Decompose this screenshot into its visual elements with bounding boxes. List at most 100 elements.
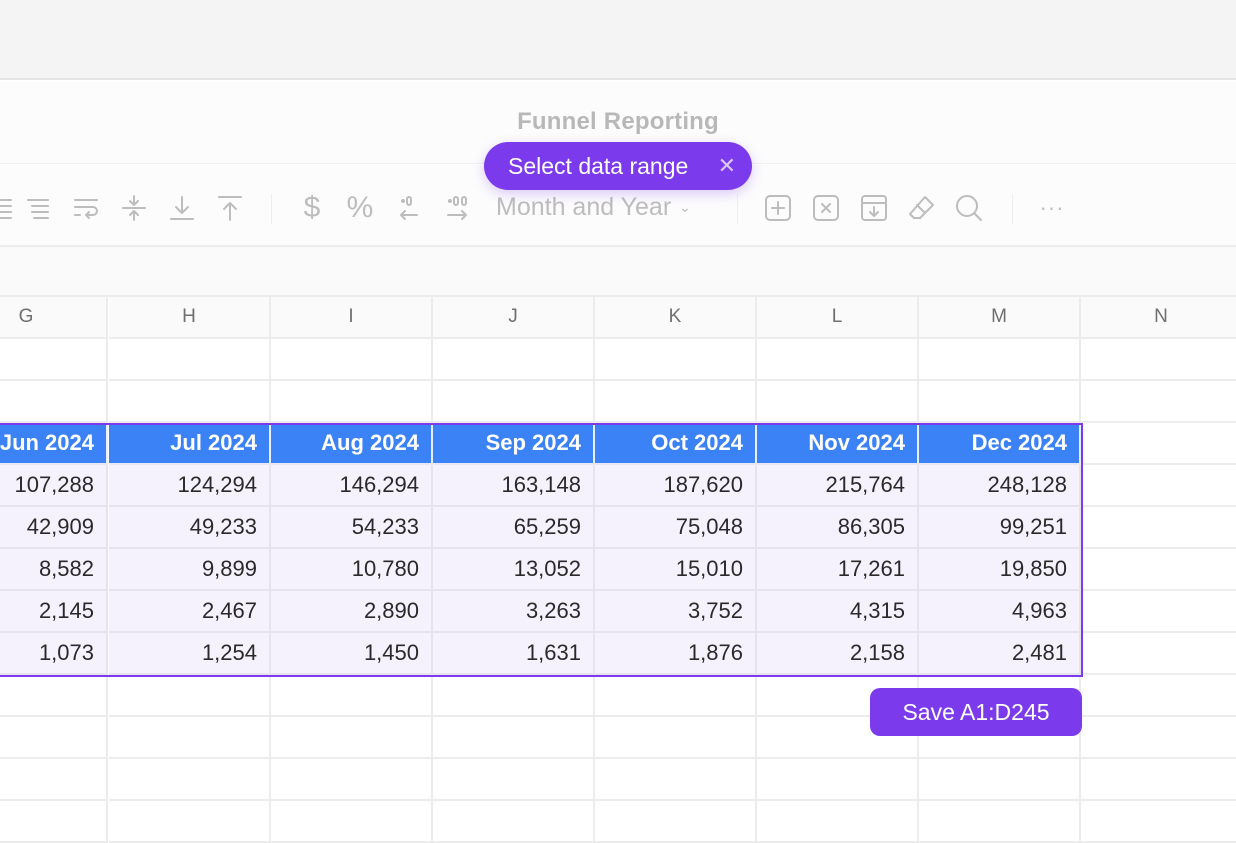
select-data-range-pill[interactable]: Select data range ✕: [484, 142, 752, 190]
empty-cell[interactable]: [1081, 675, 1236, 717]
data-cell[interactable]: 2,467: [109, 591, 271, 633]
decrease-decimal-icon[interactable]: [390, 190, 426, 226]
empty-cell[interactable]: [433, 717, 595, 759]
empty-cell[interactable]: [757, 381, 919, 423]
data-cell[interactable]: 17,261: [757, 549, 919, 591]
empty-cell[interactable]: [0, 381, 108, 423]
more-options-icon[interactable]: ···: [1034, 190, 1070, 226]
delete-icon[interactable]: [808, 190, 844, 226]
empty-cell[interactable]: [433, 759, 595, 801]
data-cell[interactable]: 4,963: [919, 591, 1081, 633]
data-cell[interactable]: 4,315: [757, 591, 919, 633]
empty-cell[interactable]: [0, 717, 108, 759]
column-header-g[interactable]: G: [0, 297, 108, 339]
empty-cell[interactable]: [109, 675, 271, 717]
data-cell[interactable]: 54,233: [271, 507, 433, 549]
month-header-cell[interactable]: Dec 2024: [919, 423, 1081, 465]
empty-cell[interactable]: [595, 717, 757, 759]
column-header-l[interactable]: L: [757, 297, 919, 339]
empty-cell[interactable]: [1081, 759, 1236, 801]
empty-cell[interactable]: [1081, 381, 1236, 423]
empty-cell[interactable]: [757, 339, 919, 381]
document-title[interactable]: Funnel Reporting: [0, 108, 1236, 136]
formula-bar[interactable]: [0, 247, 1236, 297]
empty-cell[interactable]: [109, 717, 271, 759]
empty-cell[interactable]: [595, 381, 757, 423]
empty-cell[interactable]: [1081, 801, 1236, 843]
data-cell[interactable]: 3,263: [433, 591, 595, 633]
data-cell[interactable]: 15,010: [595, 549, 757, 591]
save-range-button[interactable]: Save A1:D245: [870, 688, 1082, 736]
column-header-n[interactable]: N: [1081, 297, 1236, 339]
column-header-m[interactable]: M: [919, 297, 1081, 339]
empty-cell[interactable]: [109, 339, 271, 381]
data-cell[interactable]: 107,288: [0, 465, 108, 507]
month-header-cell[interactable]: Jul 2024: [109, 423, 271, 465]
empty-cell[interactable]: [271, 717, 433, 759]
data-cell[interactable]: 75,048: [595, 507, 757, 549]
data-cell[interactable]: 49,233: [109, 507, 271, 549]
search-icon[interactable]: [951, 190, 987, 226]
empty-cell[interactable]: [1081, 549, 1236, 591]
empty-cell[interactable]: [1081, 465, 1236, 507]
data-cell[interactable]: 99,251: [919, 507, 1081, 549]
increase-decimal-icon[interactable]: [440, 190, 476, 226]
empty-cell[interactable]: [919, 381, 1081, 423]
align-right-icon[interactable]: [0, 190, 20, 226]
empty-cell[interactable]: [271, 801, 433, 843]
data-cell[interactable]: 19,850: [919, 549, 1081, 591]
empty-cell[interactable]: [1081, 591, 1236, 633]
data-cell[interactable]: 1,254: [109, 633, 271, 675]
empty-cell[interactable]: [433, 381, 595, 423]
empty-cell[interactable]: [1081, 423, 1236, 465]
close-icon[interactable]: ✕: [718, 153, 736, 179]
month-header-cell[interactable]: Nov 2024: [757, 423, 919, 465]
empty-cell[interactable]: [433, 801, 595, 843]
data-cell[interactable]: 163,148: [433, 465, 595, 507]
empty-cell[interactable]: [595, 675, 757, 717]
data-cell[interactable]: 2,158: [757, 633, 919, 675]
empty-cell[interactable]: [109, 759, 271, 801]
currency-icon[interactable]: $: [294, 190, 330, 226]
column-header-h[interactable]: H: [109, 297, 271, 339]
empty-cell[interactable]: [0, 675, 108, 717]
data-cell[interactable]: 1,073: [0, 633, 108, 675]
column-header-i[interactable]: I: [271, 297, 433, 339]
data-cell[interactable]: 10,780: [271, 549, 433, 591]
empty-cell[interactable]: [595, 759, 757, 801]
empty-cell[interactable]: [0, 339, 108, 381]
data-cell[interactable]: 187,620: [595, 465, 757, 507]
data-cell[interactable]: 248,128: [919, 465, 1081, 507]
empty-cell[interactable]: [0, 759, 108, 801]
empty-cell[interactable]: [1081, 717, 1236, 759]
data-cell[interactable]: 65,259: [433, 507, 595, 549]
data-cell[interactable]: 215,764: [757, 465, 919, 507]
insert-below-icon[interactable]: [856, 190, 892, 226]
align-justify-icon[interactable]: [20, 190, 56, 226]
empty-cell[interactable]: [271, 381, 433, 423]
empty-cell[interactable]: [919, 801, 1081, 843]
column-header-j[interactable]: J: [433, 297, 595, 339]
empty-cell[interactable]: [757, 759, 919, 801]
empty-cell[interactable]: [1081, 633, 1236, 675]
data-cell[interactable]: 1,450: [271, 633, 433, 675]
vertical-align-top-icon[interactable]: [212, 190, 248, 226]
month-header-cell[interactable]: Jun 2024: [0, 423, 108, 465]
data-cell[interactable]: 2,145: [0, 591, 108, 633]
vertical-align-bottom-icon[interactable]: [164, 190, 200, 226]
empty-cell[interactable]: [433, 339, 595, 381]
empty-cell[interactable]: [109, 801, 271, 843]
month-header-cell[interactable]: Oct 2024: [595, 423, 757, 465]
data-cell[interactable]: 3,752: [595, 591, 757, 633]
empty-cell[interactable]: [919, 759, 1081, 801]
wrap-text-icon[interactable]: [68, 190, 104, 226]
empty-cell[interactable]: [433, 675, 595, 717]
data-cell[interactable]: 86,305: [757, 507, 919, 549]
data-cell[interactable]: 124,294: [109, 465, 271, 507]
data-cell[interactable]: 8,582: [0, 549, 108, 591]
month-header-cell[interactable]: Sep 2024: [433, 423, 595, 465]
vertical-align-middle-icon[interactable]: [116, 190, 152, 226]
empty-cell[interactable]: [271, 759, 433, 801]
empty-cell[interactable]: [1081, 507, 1236, 549]
empty-cell[interactable]: [0, 801, 108, 843]
